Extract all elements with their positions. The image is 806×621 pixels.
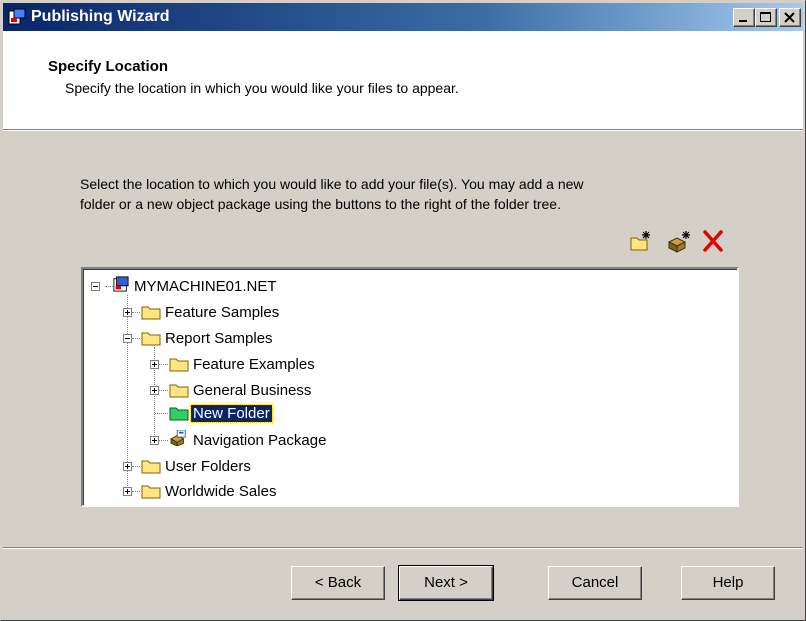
cancel-button[interactable]: Cancel <box>548 566 642 600</box>
expand-icon[interactable] <box>150 386 159 395</box>
expand-icon[interactable] <box>150 360 159 369</box>
tree-item-feature-examples[interactable]: Feature Examples <box>141 353 401 375</box>
package-icon <box>170 430 186 446</box>
tree-item-feature-samples[interactable]: Feature Samples <box>113 301 373 323</box>
tree-item-navigation-package[interactable]: Navigation Package <box>141 429 421 451</box>
tree-line <box>159 390 168 392</box>
tree-item-label: Navigation Package <box>193 432 327 449</box>
tree-line <box>159 440 168 442</box>
tree-line <box>132 312 140 314</box>
tree-item-label: Report Samples <box>165 330 273 347</box>
tree-item-label: User Folders <box>165 458 251 475</box>
tree-item-label: Feature Samples <box>165 304 280 321</box>
minimize-button[interactable] <box>733 8 755 27</box>
instructions-line-1: Select the location to which you would l… <box>80 176 584 192</box>
new-package-icon[interactable] <box>667 229 691 253</box>
page-subtitle: Specify the location in which you would … <box>65 80 459 96</box>
next-button[interactable]: Next > <box>398 565 494 601</box>
back-button[interactable]: < Back <box>291 566 385 600</box>
instructions: Select the location to which you would l… <box>80 174 760 214</box>
page-title: Specify Location <box>48 58 169 75</box>
tree-item-label: New Folder <box>190 404 273 423</box>
help-button[interactable]: Help <box>681 566 775 600</box>
new-folder-icon[interactable] <box>629 229 653 253</box>
tree-item-general-business[interactable]: General Business <box>141 379 401 401</box>
publishing-wizard-window: Publishing Wizard Specify Location Speci… <box>0 0 806 621</box>
expand-icon[interactable] <box>123 487 132 496</box>
server-icon <box>113 276 129 292</box>
tree-item-label: Feature Examples <box>193 356 315 373</box>
expand-icon[interactable] <box>123 308 132 317</box>
tree-item-worldwide-sales[interactable]: Worldwide Sales <box>113 480 373 502</box>
collapse-icon[interactable] <box>91 282 100 291</box>
tree-root-label: MYMACHINE01.NET <box>134 278 277 295</box>
delete-icon[interactable] <box>701 229 725 253</box>
tree-line <box>132 466 140 468</box>
folder-icon <box>141 460 161 474</box>
window-title: Publishing Wizard <box>31 8 170 25</box>
folder-icon <box>169 358 189 372</box>
tree-item-new-folder[interactable]: New Folder <box>141 402 401 424</box>
folder-icon <box>169 384 189 398</box>
header-divider <box>3 130 803 131</box>
maximize-button[interactable] <box>755 8 777 27</box>
tree-root[interactable]: MYMACHINE01.NET <box>91 275 391 297</box>
tree-line <box>155 413 168 415</box>
minimize-icon <box>739 20 747 22</box>
maximize-icon <box>760 12 771 22</box>
folder-icon <box>141 485 161 499</box>
expand-icon[interactable] <box>123 462 132 471</box>
expand-icon[interactable] <box>150 436 159 445</box>
tree-line <box>132 491 140 493</box>
folder-tree[interactable]: MYMACHINE01.NET Feature Samples Report S… <box>81 267 739 507</box>
tree-item-report-samples[interactable]: Report Samples <box>113 327 373 349</box>
tree-line <box>159 364 168 366</box>
title-bar[interactable]: Publishing Wizard <box>3 3 803 31</box>
instructions-line-2: folder or a new object package using the… <box>80 196 561 212</box>
collapse-icon[interactable] <box>123 334 132 343</box>
footer-divider <box>3 547 803 549</box>
tree-item-label: Worldwide Sales <box>165 483 277 500</box>
app-icon <box>8 8 26 25</box>
folder-icon <box>141 306 161 320</box>
wizard-header: Specify Location Specify the location in… <box>3 31 803 130</box>
close-icon <box>784 12 795 23</box>
tree-item-label: General Business <box>193 382 312 399</box>
close-button[interactable] <box>779 8 801 27</box>
folder-icon <box>141 332 161 346</box>
tree-line <box>132 338 140 340</box>
tree-item-user-folders[interactable]: User Folders <box>113 455 373 477</box>
new-folder-green-icon <box>169 407 189 421</box>
